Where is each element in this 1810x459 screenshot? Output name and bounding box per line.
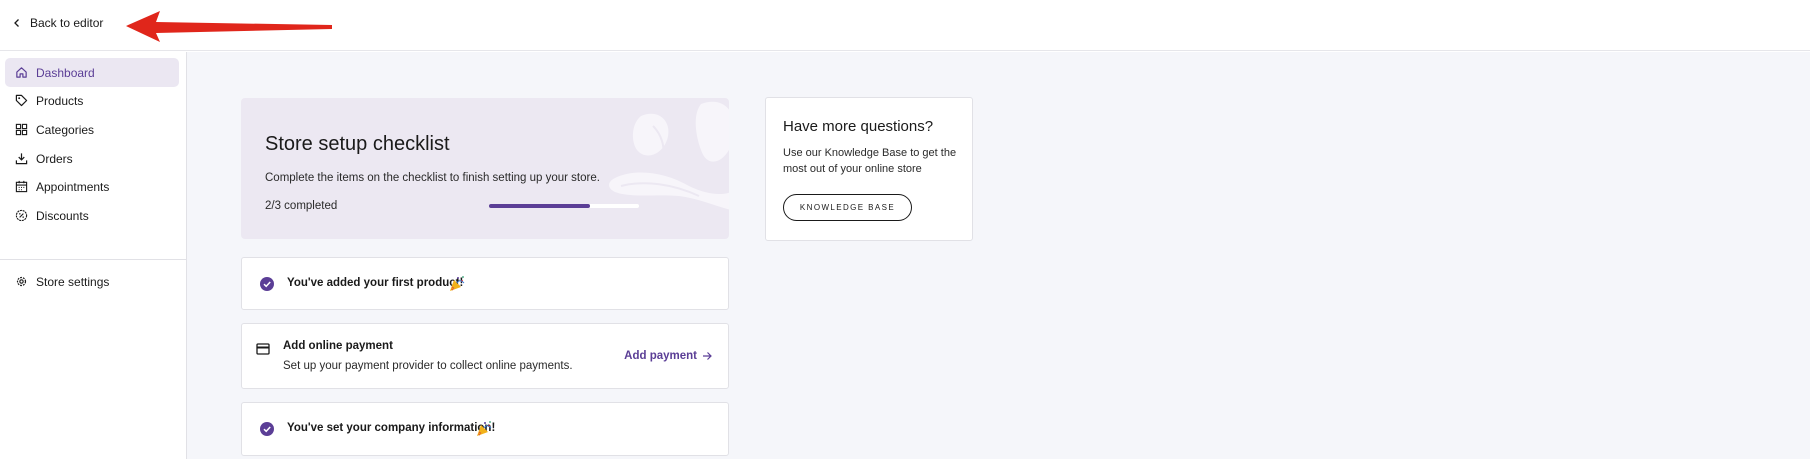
store-setup-checklist-card: Store setup checklist Complete the items… <box>241 98 729 239</box>
task-title: You've added your first product! <box>287 277 464 289</box>
grid-icon <box>15 123 28 136</box>
party-popper-icon <box>477 421 492 436</box>
tag-icon <box>15 94 28 107</box>
task-card-online-payment: Add online payment Set up your payment p… <box>241 323 729 389</box>
check-circle-icon <box>260 277 274 291</box>
sidebar-item-label: Orders <box>36 151 73 166</box>
sidebar-item-orders[interactable]: Orders <box>5 144 179 173</box>
task-title: Add online payment <box>283 340 393 352</box>
download-icon <box>15 153 28 165</box>
add-payment-label: Add payment <box>624 350 697 362</box>
checklist-title: Store setup checklist <box>265 133 450 155</box>
arrow-right-icon <box>703 352 712 360</box>
gear-icon <box>16 276 27 287</box>
add-payment-link[interactable]: Add payment <box>624 350 712 362</box>
sidebar-item-appointments[interactable]: Appointments <box>5 172 179 201</box>
checklist-description: Complete the items on the checklist to f… <box>265 172 600 184</box>
task-title: You've set your company information! <box>287 422 496 434</box>
sidebar-item-dashboard[interactable]: Dashboard <box>5 58 179 87</box>
task-card-company-information: You've set your company information! <box>241 402 729 456</box>
help-card: Have more questions? Use our Knowledge B… <box>765 97 973 241</box>
discount-badge-icon <box>15 209 28 222</box>
sidebar-item-label: Store settings <box>36 274 110 289</box>
task-subtitle: Set up your payment provider to collect … <box>283 360 573 372</box>
sidebar-item-label: Products <box>36 93 84 108</box>
sidebar-item-label: Categories <box>36 122 95 137</box>
help-description: Use our Knowledge Base to get the most o… <box>783 147 957 175</box>
party-popper-icon <box>450 276 465 291</box>
help-title: Have more questions? <box>783 118 934 135</box>
home-icon <box>16 67 27 78</box>
chevron-left-icon <box>14 19 19 27</box>
sidebar-item-discounts[interactable]: Discounts <box>5 201 179 230</box>
sidebar-item-store-settings[interactable]: Store settings <box>5 267 179 296</box>
back-to-editor-label: Back to editor <box>30 16 104 30</box>
sidebar-item-label: Discounts <box>36 208 89 223</box>
back-to-editor-link[interactable]: Back to editor <box>12 16 103 30</box>
decorative-leaves-illustration <box>609 102 729 210</box>
credit-card-icon <box>256 343 270 355</box>
check-circle-icon <box>260 422 274 436</box>
sidebar-item-categories[interactable]: Categories <box>5 115 179 144</box>
calendar-icon <box>15 180 28 193</box>
sidebar-item-products[interactable]: Products <box>5 86 179 115</box>
knowledge-base-button[interactable]: KNOWLEDGE BASE <box>783 194 912 221</box>
sidebar-item-label: Dashboard <box>36 65 95 80</box>
checklist-progress-fill <box>489 204 590 208</box>
task-card-first-product: You've added your first product! <box>241 257 729 310</box>
annotation-arrow <box>126 11 332 42</box>
sidebar-divider <box>0 259 186 260</box>
sidebar: Dashboard Products Categories Orders App… <box>0 52 187 459</box>
checklist-progress-text: 2/3 completed <box>265 200 338 212</box>
sidebar-item-label: Appointments <box>36 179 110 194</box>
